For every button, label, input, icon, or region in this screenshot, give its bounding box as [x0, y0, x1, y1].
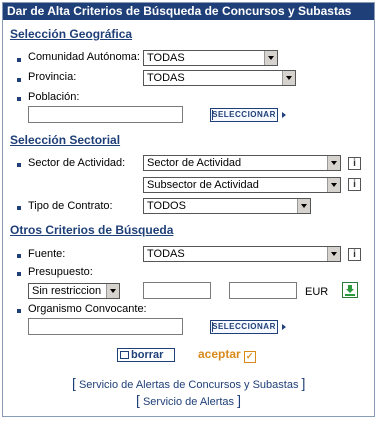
comunidad-select-value: TODAS — [147, 52, 185, 64]
seleccionar-organismo-button[interactable]: SELECCIONAR — [210, 320, 278, 334]
organismo-input[interactable] — [28, 318, 183, 335]
info-icon[interactable]: i — [348, 248, 361, 261]
bullet-icon — [17, 206, 21, 210]
bullet-icon — [17, 78, 21, 82]
bracket-right-icon: ] — [301, 375, 306, 391]
fuente-select[interactable]: TODAS — [143, 246, 341, 262]
chevron-down-icon — [327, 178, 340, 192]
bracket-left-icon: [ — [136, 392, 140, 408]
aceptar-button[interactable]: aceptar ✓ — [198, 347, 256, 363]
borrar-button[interactable]: borrar — [117, 348, 175, 362]
sector-label: Sector de Actividad: — [28, 157, 126, 169]
comunidad-select[interactable]: TODAS — [143, 50, 278, 66]
seleccionar-poblacion-button[interactable]: SELECCIONAR — [210, 108, 278, 122]
subsector-select-value: Subsector de Actividad — [147, 179, 259, 191]
download-icon[interactable] — [342, 282, 358, 298]
chevron-down-icon — [327, 156, 340, 170]
footer-link-alertas-label: Servicio de Alertas — [142, 396, 235, 408]
footer-link-alertas[interactable]: [ Servicio de Alertas ] — [136, 392, 241, 408]
presupuesto-select-value: Sin restriccion — [32, 285, 102, 297]
info-icon[interactable]: i — [348, 178, 361, 191]
footer-link-concursos-label: Servicio de Alertas de Concursos y Subas… — [78, 379, 299, 391]
currency-label: EUR — [305, 286, 329, 298]
bullet-icon — [17, 97, 21, 101]
presupuesto-min-input[interactable] — [143, 282, 211, 299]
bullet-icon — [17, 163, 21, 167]
check-icon: ✓ — [243, 351, 256, 363]
bracket-left-icon: [ — [72, 375, 76, 391]
tipo-contrato-select-value: TODOS — [147, 200, 186, 212]
provincia-label: Provincia: — [28, 71, 77, 83]
arrow-right-icon — [282, 324, 286, 330]
presupuesto-select[interactable]: Sin restriccion — [28, 283, 120, 299]
footer-link-concursos[interactable]: [ Servicio de Alertas de Concursos y Sub… — [72, 375, 305, 391]
chevron-down-icon — [297, 199, 310, 213]
sector-select[interactable]: Sector de Actividad — [143, 155, 341, 171]
arrow-right-icon — [282, 112, 286, 118]
presupuesto-max-input[interactable] — [229, 282, 297, 299]
comunidad-label: Comunidad Autónoma: — [28, 51, 140, 63]
tipo-contrato-select[interactable]: TODOS — [143, 198, 311, 214]
section-heading-geografica: Selección Geográfica — [10, 27, 133, 41]
fuente-label: Fuente: — [28, 248, 66, 260]
clear-icon — [120, 351, 129, 359]
bracket-right-icon: ] — [237, 392, 242, 408]
bullet-icon — [17, 272, 21, 276]
chevron-down-icon — [106, 284, 119, 298]
provincia-select[interactable]: TODAS — [143, 70, 296, 86]
bullet-icon — [17, 309, 21, 313]
organismo-label: Organismo Convocante: — [28, 303, 147, 315]
chevron-down-icon — [264, 51, 277, 65]
chevron-down-icon — [282, 71, 295, 85]
info-icon[interactable]: i — [348, 157, 361, 170]
sector-select-value: Sector de Actividad — [147, 157, 242, 169]
section-heading-otros: Otros Criterios de Búsqueda — [10, 223, 174, 237]
chevron-down-icon — [327, 247, 340, 261]
presupuesto-label: Presupuesto: — [28, 266, 93, 278]
window-title: Dar de Alta Criterios de Búsqueda de Con… — [3, 3, 374, 20]
aceptar-label: aceptar — [198, 347, 241, 361]
poblacion-input[interactable] — [28, 106, 183, 123]
section-heading-sectorial: Selección Sectorial — [10, 133, 121, 147]
bullet-icon — [17, 58, 21, 62]
fuente-select-value: TODAS — [147, 248, 185, 260]
provincia-select-value: TODAS — [147, 72, 185, 84]
borrar-label: borrar — [131, 349, 164, 361]
tipo-contrato-label: Tipo de Contrato: — [28, 200, 113, 212]
poblacion-label: Población: — [28, 91, 80, 103]
bullet-icon — [17, 254, 21, 258]
subsector-select[interactable]: Subsector de Actividad — [143, 177, 341, 193]
